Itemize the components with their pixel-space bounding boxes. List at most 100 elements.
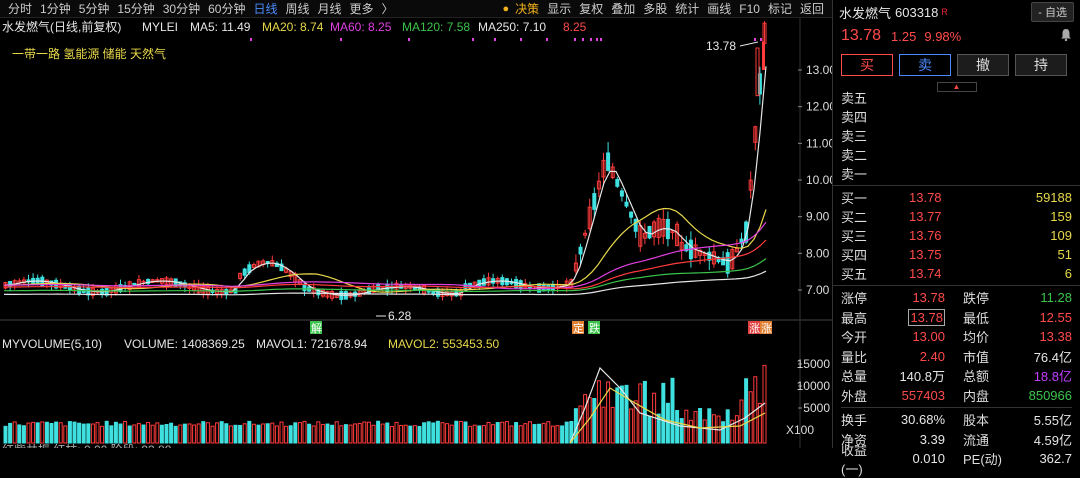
volume-bar bbox=[40, 421, 45, 444]
price-change: 1.25 bbox=[891, 28, 917, 44]
volume-bar bbox=[491, 424, 496, 444]
tool-button[interactable]: 标记 bbox=[768, 0, 792, 17]
volume-bar bbox=[219, 421, 224, 444]
volume-bar bbox=[192, 424, 197, 444]
volume-bar bbox=[49, 422, 54, 444]
collapse-toggle-icon[interactable]: ▲ bbox=[936, 82, 977, 92]
period-tab[interactable]: 周线 bbox=[285, 0, 309, 17]
volume-bar bbox=[247, 420, 252, 444]
ma-label: MA20: 8.74 bbox=[262, 20, 324, 34]
volume-value: VOLUME: 1408369.25 bbox=[124, 337, 245, 351]
volume-bar bbox=[334, 421, 339, 444]
self-select-button[interactable]: - 自选 bbox=[1031, 2, 1074, 22]
volume-bar bbox=[702, 419, 707, 444]
stat-label: 量比 bbox=[841, 349, 868, 365]
tool-button[interactable]: 决策 bbox=[515, 0, 539, 17]
ma-label: MA60: 8.25 bbox=[330, 20, 392, 34]
period-tab[interactable]: 60分钟 bbox=[208, 0, 245, 17]
period-tab[interactable]: 更多 bbox=[350, 0, 374, 17]
volume-bar bbox=[72, 421, 77, 444]
period-tab[interactable]: 分时 bbox=[8, 0, 32, 17]
stat-value-2: 4.59亿 bbox=[1033, 432, 1072, 448]
stat-label-2: 均价 bbox=[963, 330, 990, 346]
volume-bar bbox=[159, 424, 164, 444]
concept-tags: 一带一路 氢能源 储能 天然气 bbox=[12, 46, 166, 61]
ma-label: MA5: 11.49 bbox=[190, 20, 251, 34]
volume-bar bbox=[256, 424, 261, 444]
volume-bar bbox=[514, 422, 519, 444]
volume-bar bbox=[81, 423, 86, 444]
volume-indicator-name: MYVOLUME(5,10) bbox=[2, 337, 102, 351]
kline-chart[interactable]: 水发燃气(日线,前复权) MYLEI MA5: 11.49 MA20: 8.74 MA6… bbox=[0, 18, 836, 457]
lightbulb-icon: ● bbox=[502, 2, 510, 15]
order-book-row: 卖四 bbox=[841, 107, 1072, 126]
tool-button[interactable]: 画线 bbox=[707, 0, 731, 17]
period-tab[interactable]: 月线 bbox=[318, 0, 342, 17]
tool-button[interactable]: 返回 bbox=[800, 0, 824, 17]
signal-dot bbox=[574, 38, 576, 41]
tool-button[interactable]: 叠加 bbox=[611, 0, 635, 17]
volume-bar bbox=[408, 425, 413, 444]
period-tab[interactable]: 15分钟 bbox=[117, 0, 154, 17]
period-tab[interactable]: 5分钟 bbox=[79, 0, 110, 17]
signal-dot bbox=[340, 38, 342, 41]
volume-bar bbox=[721, 421, 726, 444]
cancel-order-button[interactable]: 撤 bbox=[957, 54, 1009, 76]
volume-bar bbox=[316, 421, 321, 444]
volume-bar bbox=[707, 408, 712, 444]
tool-button[interactable]: 多股 bbox=[643, 0, 667, 17]
volume-bar bbox=[477, 425, 482, 444]
volume-bar bbox=[698, 407, 703, 444]
volume-bar bbox=[127, 425, 132, 444]
tool-button[interactable]: 统计 bbox=[675, 0, 699, 17]
volume-bar bbox=[146, 421, 151, 444]
volume-bar bbox=[320, 423, 325, 444]
period-tab[interactable]: 日线 bbox=[253, 0, 277, 17]
volume-bar bbox=[31, 421, 36, 444]
period-tab[interactable]: 1分钟 bbox=[40, 0, 71, 17]
order-book-row: 买一 13.78 59188 bbox=[841, 188, 1072, 207]
volume-bar bbox=[297, 422, 302, 444]
candle-body bbox=[592, 193, 597, 210]
tool-button[interactable]: 复权 bbox=[579, 0, 603, 17]
candle-body bbox=[629, 211, 634, 218]
volume-bar bbox=[100, 425, 105, 444]
volume-bar bbox=[537, 423, 542, 444]
volume-bar bbox=[376, 420, 381, 444]
sell-button[interactable]: 卖 bbox=[899, 54, 951, 76]
ma5-line bbox=[3, 66, 767, 296]
buy-button[interactable]: 买 bbox=[841, 54, 893, 76]
bell-icon[interactable] bbox=[1060, 28, 1072, 44]
volume-bar bbox=[224, 423, 229, 444]
holdings-button[interactable]: 持 bbox=[1015, 54, 1067, 76]
stat-label-2: 流通 bbox=[963, 432, 990, 448]
volume-bar bbox=[661, 382, 666, 444]
volume-bar bbox=[647, 415, 652, 444]
tool-button[interactable]: 显示 bbox=[547, 0, 571, 17]
last-price: 13.78 bbox=[841, 27, 882, 44]
volume-bar bbox=[210, 425, 215, 444]
volume-bar bbox=[371, 424, 376, 444]
period-toolbar: 分时 1分钟 5分钟 15分钟 30分钟 60分钟 日线 周线 月线 更多〉 ● 决策 显示 复权 叠加多… bbox=[0, 0, 832, 18]
volume-bar bbox=[150, 424, 155, 444]
volume-bar bbox=[495, 422, 500, 444]
order-book-row: 买三 13.76 109 bbox=[841, 226, 1072, 245]
kline-chart-area[interactable]: 水发燃气(日线,前复权) MYLEI MA5: 11.49 MA20: 8.74 MA6… bbox=[0, 18, 836, 457]
price-tick-label: 10.00 bbox=[806, 173, 832, 187]
stat-row: 涨停 13.78 跌停 11.28 bbox=[841, 288, 1072, 308]
stat-value-2: 18.8亿 bbox=[1033, 369, 1072, 385]
volume-bar bbox=[35, 422, 40, 444]
volume-bar bbox=[261, 423, 266, 444]
stat-row: 总量 140.8万 总额 18.8亿 bbox=[841, 366, 1072, 386]
volume-bar bbox=[357, 422, 362, 444]
volume-bar bbox=[629, 408, 634, 444]
volume-unit-label: X100 bbox=[786, 423, 814, 437]
volume-bar bbox=[463, 421, 468, 444]
period-tab[interactable]: 30分钟 bbox=[163, 0, 200, 17]
volume-bar bbox=[739, 399, 744, 444]
tool-button[interactable]: F10 bbox=[739, 2, 760, 16]
stat-label-2: 市值 bbox=[963, 349, 990, 365]
price-tick-label: 12.00 bbox=[806, 100, 832, 114]
signal-dot bbox=[600, 38, 602, 41]
more-chevron-icon[interactable]: 〉 bbox=[382, 0, 394, 17]
